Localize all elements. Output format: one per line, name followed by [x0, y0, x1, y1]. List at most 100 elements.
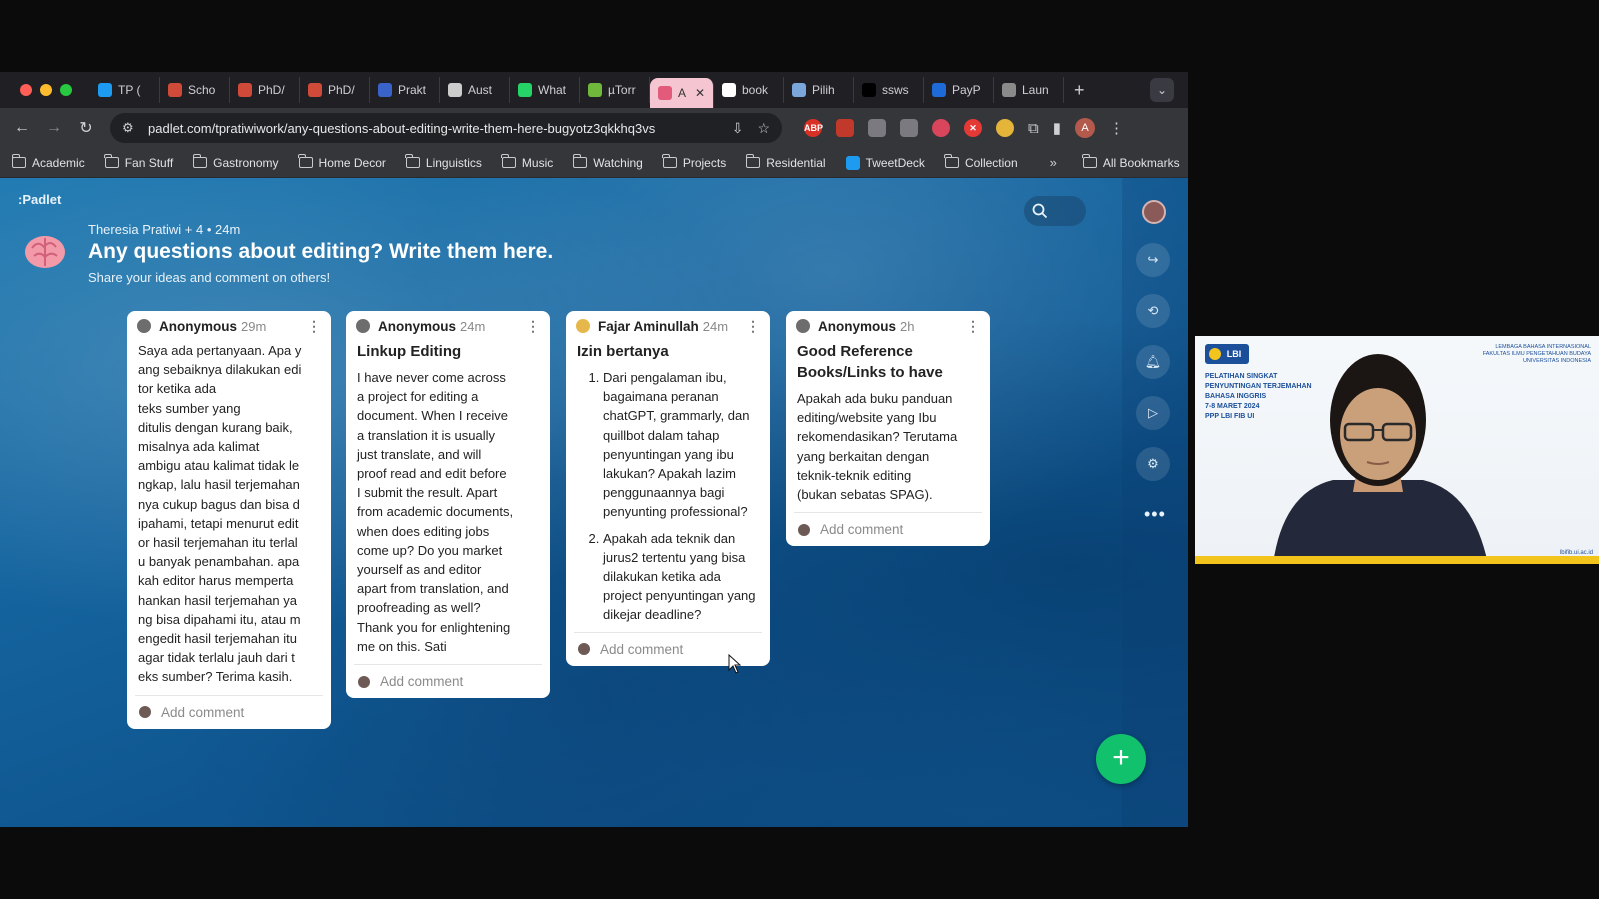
browser-tab[interactable]: PhD/: [300, 77, 370, 103]
folder-icon: [192, 154, 208, 168]
asterisk-icon: [308, 83, 322, 97]
commenter-avatar: [798, 523, 810, 536]
add-post-button[interactable]: +: [1096, 734, 1146, 784]
bookmark-item[interactable]: Watching: [572, 154, 643, 170]
board-title: Any questions about editing? Write them …: [88, 240, 554, 263]
browser-tab[interactable]: TP (: [90, 77, 160, 103]
all-bookmarks-button[interactable]: All Bookmarks: [1082, 154, 1180, 170]
bookmark-item[interactable]: Projects: [662, 154, 726, 170]
post-body: Dari pengalaman ibu, bagaimana peranan c…: [566, 366, 770, 625]
bookmark-item[interactable]: Fan Stuff: [104, 154, 173, 170]
browser-tab[interactable]: PayP: [924, 77, 994, 103]
post-menu-icon[interactable]: ⋮: [966, 318, 980, 335]
bookmark-item[interactable]: Music: [501, 154, 553, 170]
post-card[interactable]: Anonymous 29m ⋮ Saya ada pertanyaan. Apa…: [127, 311, 331, 729]
share-button[interactable]: ↪: [1136, 243, 1170, 277]
remake-button[interactable]: ⟲: [1136, 294, 1170, 328]
padlet-logo[interactable]: :Padlet: [18, 192, 61, 207]
browser-tab[interactable]: PhD/: [230, 77, 300, 103]
post-menu-icon[interactable]: ⋮: [746, 318, 760, 335]
webcam-feed: LBI PELATIHAN SINGKAT PENYUNTINGAN TERJE…: [1195, 336, 1599, 564]
post-card[interactable]: Fajar Aminullah 24m ⋮ Izin bertanya Dari…: [566, 311, 770, 666]
close-tab-icon[interactable]: ✕: [695, 86, 705, 100]
folder-icon: [745, 154, 761, 168]
post-card[interactable]: Anonymous 24m ⋮ Linkup Editing I have ne…: [346, 311, 550, 699]
reload-button[interactable]: ↻: [70, 118, 102, 138]
maximize-window-button[interactable]: [60, 84, 72, 96]
butterfly-icon: [98, 83, 112, 97]
bookmark-label: Home Decor: [318, 155, 386, 170]
browser-tab[interactable]: What: [510, 77, 580, 103]
minimize-window-button[interactable]: [40, 84, 52, 96]
folder-icon: [1082, 154, 1097, 168]
more-bookmarks-button[interactable]: »: [1050, 155, 1057, 170]
tab-label: ssws: [882, 83, 909, 97]
grid-extension-icon[interactable]: [900, 119, 918, 137]
post-title: Linkup Editing: [357, 343, 462, 360]
commenter-avatar: [358, 675, 370, 688]
eye-extension-icon[interactable]: [932, 119, 950, 137]
close-window-button[interactable]: [20, 84, 32, 96]
window-controls: [20, 84, 72, 96]
site-info-icon[interactable]: ⚙: [122, 120, 138, 136]
post-menu-icon[interactable]: ⋮: [526, 318, 540, 335]
bookmark-item[interactable]: Linguistics: [405, 154, 482, 170]
tab-label: PayP: [952, 83, 981, 97]
block-extension-icon[interactable]: ✕: [964, 119, 982, 137]
bell-icon: 🔔︎: [1144, 354, 1162, 369]
adblock-extension-icon[interactable]: ABP: [804, 119, 823, 137]
add-comment-label: Add comment: [161, 704, 245, 720]
utorrent-icon: [588, 83, 602, 97]
post-header: Fajar Aminullah 24m ⋮: [566, 313, 770, 339]
search-button[interactable]: [1024, 196, 1086, 226]
folder-icon: [501, 154, 516, 168]
coin-extension-icon[interactable]: [996, 119, 1014, 137]
browser-menu-icon[interactable]: ⋮: [1109, 119, 1124, 137]
notifications-button[interactable]: 🔔︎: [1136, 345, 1170, 379]
browser-tab[interactable]: Aust: [440, 77, 510, 103]
post-time: 29m: [241, 318, 267, 334]
bookmark-item[interactable]: Home Decor: [298, 154, 386, 170]
bookmark-item[interactable]: Collection: [944, 154, 1018, 170]
browser-tab[interactable]: Prakt: [370, 77, 440, 103]
commenter-avatar: [578, 643, 590, 656]
add-comment-field[interactable]: Add comment: [794, 512, 982, 546]
add-comment-field[interactable]: Add comment: [354, 664, 542, 698]
side-panel-icon[interactable]: ▮: [1053, 119, 1061, 137]
back-button[interactable]: ←: [6, 119, 38, 137]
browser-tab[interactable]: A ✕: [650, 78, 714, 108]
bookmark-item[interactable]: TweetDeck: [845, 155, 925, 170]
shield-extension-icon[interactable]: [836, 119, 854, 137]
profile-avatar[interactable]: A: [1074, 118, 1095, 138]
question-list: Dari pengalaman ibu, bagaimana peranan c…: [577, 368, 760, 625]
bookmark-item[interactable]: Residential: [745, 154, 826, 170]
browser-tab[interactable]: µTorr: [580, 77, 650, 103]
extensions-puzzle-icon[interactable]: ⧉: [1028, 120, 1039, 137]
browser-tab[interactable]: Scho: [160, 77, 230, 103]
forward-button[interactable]: →: [38, 119, 70, 137]
address-bar[interactable]: ⚙ padlet.com/tpratiwiwork/any-questions-…: [110, 113, 782, 143]
new-tab-button[interactable]: +: [1064, 80, 1095, 101]
bookmark-item[interactable]: Gastronomy: [192, 154, 279, 170]
post-time: 24m: [702, 318, 729, 334]
add-comment-field[interactable]: Add comment: [135, 694, 323, 729]
browser-tab[interactable]: Laun: [994, 77, 1064, 103]
user-avatar[interactable]: [1142, 200, 1166, 224]
bookmark-star-icon[interactable]: ☆: [757, 120, 770, 137]
browser-tab[interactable]: ssws: [854, 77, 924, 103]
browser-tab[interactable]: Pilih: [784, 77, 854, 103]
slideshow-button[interactable]: ▷: [1136, 396, 1170, 430]
more-options-button[interactable]: •••: [1144, 504, 1166, 525]
browser-toolbar: ← → ↻ ⚙ padlet.com/tpratiwiwork/any-ques…: [0, 108, 1188, 148]
tab-search-button[interactable]: ⌄: [1150, 78, 1174, 102]
board-subtitle: Share your ideas and comment on others!: [88, 270, 331, 285]
brain-emoji-icon: [25, 236, 65, 268]
puzzle-extension-icon[interactable]: [868, 119, 886, 137]
browser-tab[interactable]: book: [714, 77, 784, 103]
folder-icon: [572, 154, 588, 168]
install-app-icon[interactable]: ⇩: [732, 120, 744, 137]
post-menu-icon[interactable]: ⋮: [307, 318, 321, 335]
settings-button[interactable]: ⚙: [1136, 447, 1170, 481]
post-card[interactable]: Anonymous 2h ⋮ Good Reference Books/Link…: [786, 311, 990, 547]
bookmark-item[interactable]: Academic: [11, 154, 85, 170]
